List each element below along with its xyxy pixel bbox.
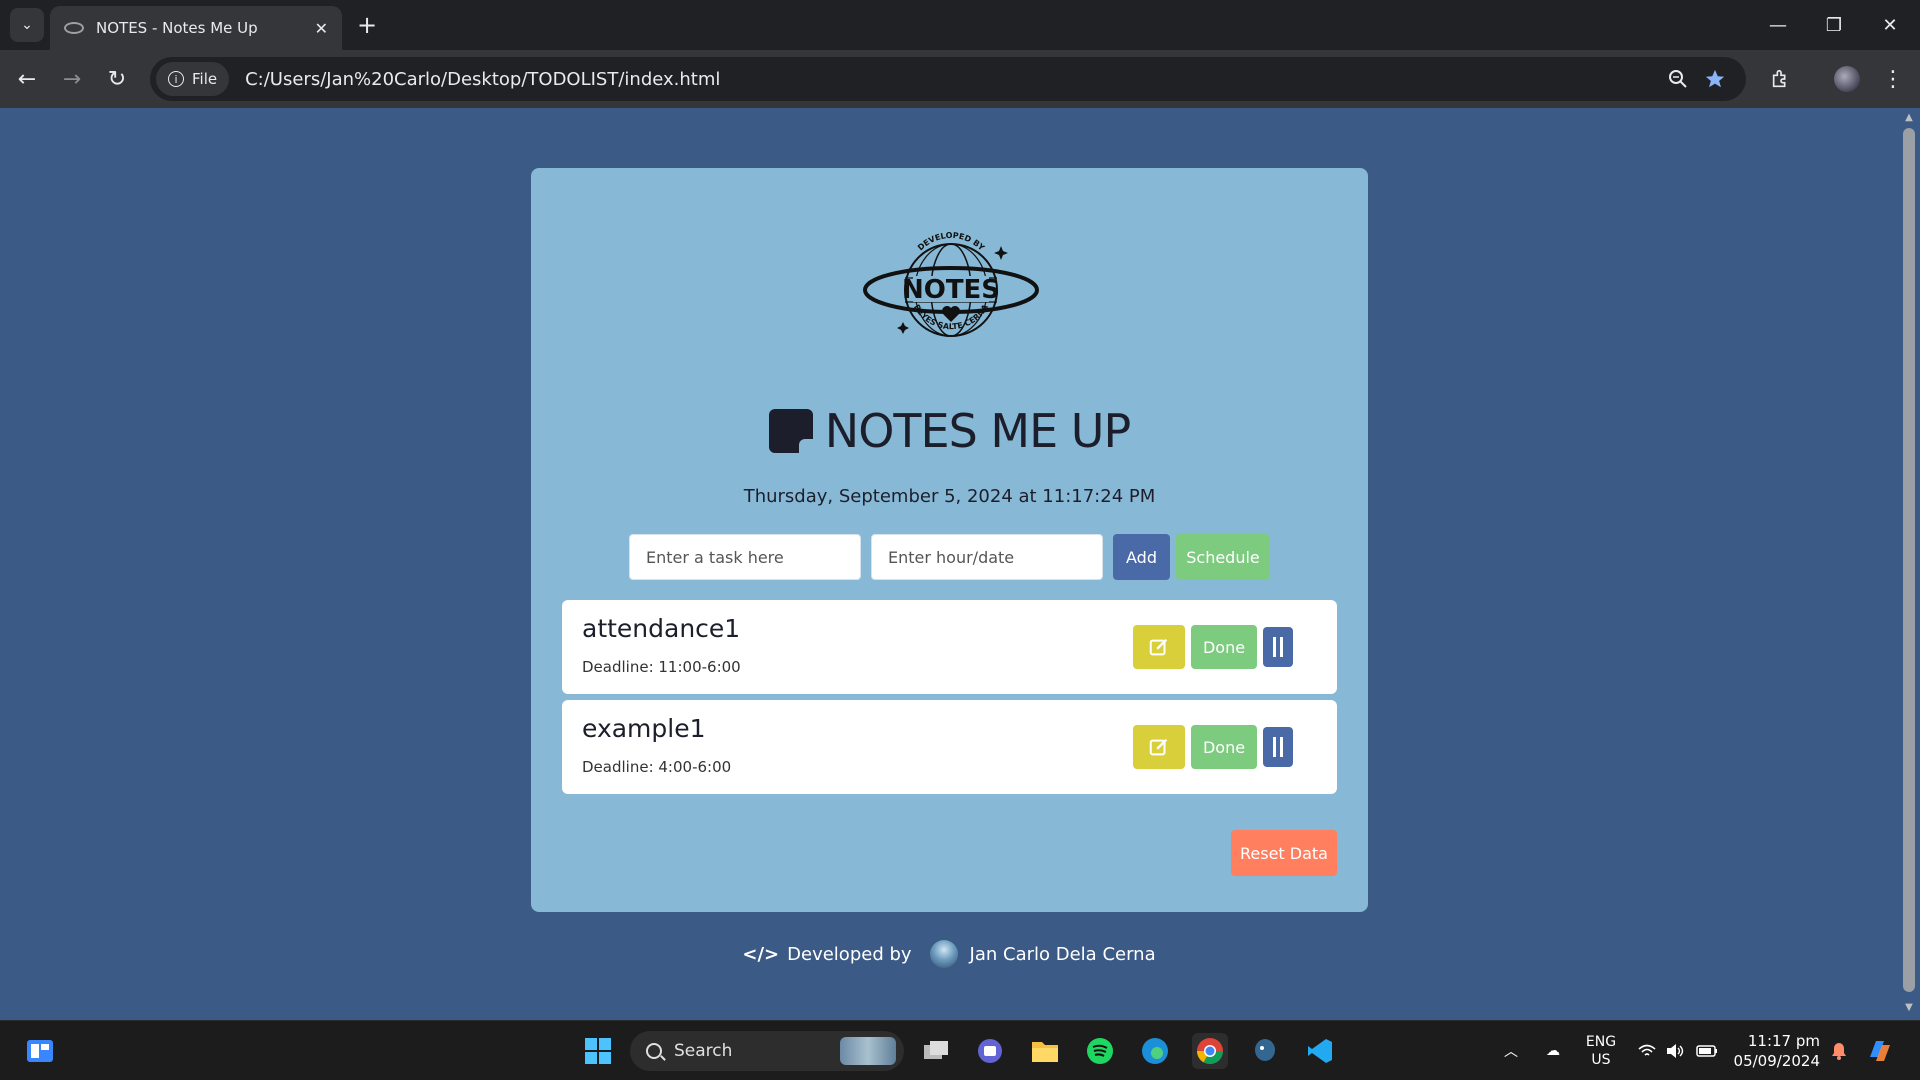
page-footer: </> Developed by Jan Carlo Dela Cerna bbox=[0, 940, 1898, 968]
edit-icon bbox=[1149, 638, 1168, 656]
widgets-icon[interactable] bbox=[22, 1033, 58, 1069]
date-input[interactable]: Enter hour/date bbox=[871, 534, 1103, 580]
svg-text:DEVELOPED BY: DEVELOPED BY bbox=[916, 231, 986, 253]
schedule-button[interactable]: Schedule bbox=[1176, 534, 1270, 580]
chip-label: File bbox=[192, 70, 218, 88]
lang-top: ENG bbox=[1585, 1034, 1617, 1050]
note-icon bbox=[768, 409, 813, 453]
task-name: attendance1 bbox=[582, 614, 741, 643]
restore-button[interactable]: ❐ bbox=[1806, 0, 1862, 50]
edit-button[interactable] bbox=[1133, 725, 1185, 769]
task-deadline: Deadline: 11:00-6:00 bbox=[582, 658, 741, 676]
pause-button[interactable] bbox=[1263, 727, 1293, 767]
footer-prefix: Developed by bbox=[787, 943, 912, 965]
done-button[interactable]: Done bbox=[1191, 725, 1257, 769]
task-deadline: Deadline: 4:00-6:00 bbox=[582, 758, 732, 776]
pause-icon bbox=[1273, 637, 1276, 657]
tab-close-icon[interactable]: ✕ bbox=[315, 19, 328, 38]
browser-tab-bar: ⌄ NOTES - Notes Me Up ✕ + — ❐ ✕ bbox=[0, 0, 1920, 50]
edit-button[interactable] bbox=[1133, 625, 1185, 669]
clock-time: 11:17 pm bbox=[1747, 1032, 1820, 1050]
favicon-icon bbox=[64, 22, 84, 34]
reload-button[interactable]: ↻ bbox=[102, 64, 132, 94]
bell-icon[interactable] bbox=[1826, 1021, 1852, 1080]
info-icon: i bbox=[168, 71, 184, 87]
pause-button[interactable] bbox=[1263, 627, 1293, 667]
browser-nav-bar: ← → ↻ i File C:/Users/Jan%20Carlo/Deskto… bbox=[0, 50, 1920, 108]
windows-start-icon[interactable] bbox=[580, 1033, 616, 1069]
profile-icon[interactable] bbox=[1832, 64, 1862, 94]
tab-list-icon[interactable]: ⌄ bbox=[10, 8, 44, 42]
notes-logo: NOTES DEVELOPED BY REYES SALTE CERNA bbox=[861, 220, 1041, 350]
teams-icon[interactable] bbox=[972, 1033, 1008, 1069]
browser-tab[interactable]: NOTES - Notes Me Up ✕ bbox=[50, 6, 342, 50]
star-icon[interactable] bbox=[1704, 57, 1726, 101]
notes-card: NOTES DEVELOPED BY REYES SALTE CERNA NOT… bbox=[531, 168, 1368, 912]
pause-icon bbox=[1273, 737, 1276, 757]
site-info-chip[interactable]: i File bbox=[156, 62, 230, 96]
chrome-icon[interactable] bbox=[1192, 1033, 1228, 1069]
minimize-button[interactable]: — bbox=[1750, 0, 1806, 50]
windows-taskbar: Search ︿ ☁ ENG US 11:17 pm 05/09/2024 bbox=[0, 1020, 1920, 1080]
code-icon: </> bbox=[742, 943, 780, 965]
edit-icon bbox=[1149, 738, 1168, 756]
edge-icon[interactable] bbox=[1137, 1033, 1173, 1069]
task-item: example1 Deadline: 4:00-6:00 Done bbox=[562, 700, 1337, 794]
task-view-icon[interactable] bbox=[918, 1033, 954, 1069]
done-button[interactable]: Done bbox=[1191, 625, 1257, 669]
volume-icon[interactable] bbox=[1662, 1021, 1688, 1080]
url-text[interactable]: C:/Users/Jan%20Carlo/Desktop/TODOLIST/in… bbox=[245, 69, 720, 90]
zoom-icon[interactable] bbox=[1668, 57, 1688, 101]
add-button[interactable]: Add bbox=[1113, 534, 1170, 580]
vscode-icon[interactable] bbox=[1302, 1033, 1338, 1069]
window-close-button[interactable]: ✕ bbox=[1862, 0, 1918, 50]
page-scrollbar[interactable]: ▲ ▼ bbox=[1898, 108, 1920, 1020]
new-tab-button[interactable]: + bbox=[352, 10, 382, 40]
language-indicator[interactable]: ENG US bbox=[1576, 1021, 1626, 1080]
search-highlight-image bbox=[840, 1037, 896, 1065]
battery-icon[interactable] bbox=[1694, 1021, 1720, 1080]
clock-date: 05/09/2024 bbox=[1733, 1052, 1820, 1070]
onedrive-icon[interactable]: ☁ bbox=[1536, 1021, 1570, 1080]
address-bar[interactable]: i File C:/Users/Jan%20Carlo/Desktop/TODO… bbox=[150, 57, 1746, 101]
current-datetime: Thursday, September 5, 2024 at 11:17:24 … bbox=[743, 486, 1156, 507]
tab-title: NOTES - Notes Me Up bbox=[96, 19, 258, 37]
scroll-thumb[interactable] bbox=[1903, 128, 1915, 992]
file-explorer-icon[interactable] bbox=[1027, 1033, 1063, 1069]
tray-overflow-icon[interactable]: ︿ bbox=[1496, 1021, 1526, 1080]
footer-author[interactable]: Jan Carlo Dela Cerna bbox=[970, 944, 1156, 965]
app-title-text: NOTES ME UP bbox=[824, 404, 1131, 458]
scroll-up-arrow[interactable]: ▲ bbox=[1903, 112, 1915, 123]
developer-avatar bbox=[929, 940, 958, 968]
taskbar-search[interactable]: Search bbox=[630, 1031, 904, 1071]
task-input[interactable]: Enter a task here bbox=[629, 534, 861, 580]
taskbar-search-label: Search bbox=[674, 1041, 733, 1061]
app-title: NOTES ME UP bbox=[531, 396, 1368, 466]
copilot-icon[interactable] bbox=[1862, 1021, 1898, 1080]
lang-bottom: US bbox=[1591, 1052, 1611, 1068]
svg-text:NOTES: NOTES bbox=[902, 275, 1000, 305]
postgres-icon[interactable] bbox=[1247, 1033, 1283, 1069]
scroll-down-arrow[interactable]: ▼ bbox=[1903, 1002, 1915, 1013]
task-name: example1 bbox=[582, 714, 706, 743]
back-button[interactable]: ← bbox=[12, 64, 42, 94]
spotify-icon[interactable] bbox=[1082, 1033, 1118, 1069]
task-item: attendance1 Deadline: 11:00-6:00 Done bbox=[562, 600, 1337, 694]
task-input-row: Enter a task here Enter hour/date Add Sc… bbox=[629, 534, 1270, 580]
reset-data-button[interactable]: Reset Data bbox=[1231, 830, 1337, 876]
system-clock[interactable]: 11:17 pm 05/09/2024 bbox=[1730, 1021, 1820, 1080]
wifi-icon[interactable] bbox=[1636, 1021, 1658, 1080]
extensions-icon[interactable] bbox=[1766, 64, 1796, 94]
menu-icon[interactable]: ⋮ bbox=[1878, 64, 1908, 94]
forward-button[interactable]: → bbox=[57, 64, 87, 94]
search-icon bbox=[646, 1043, 662, 1059]
